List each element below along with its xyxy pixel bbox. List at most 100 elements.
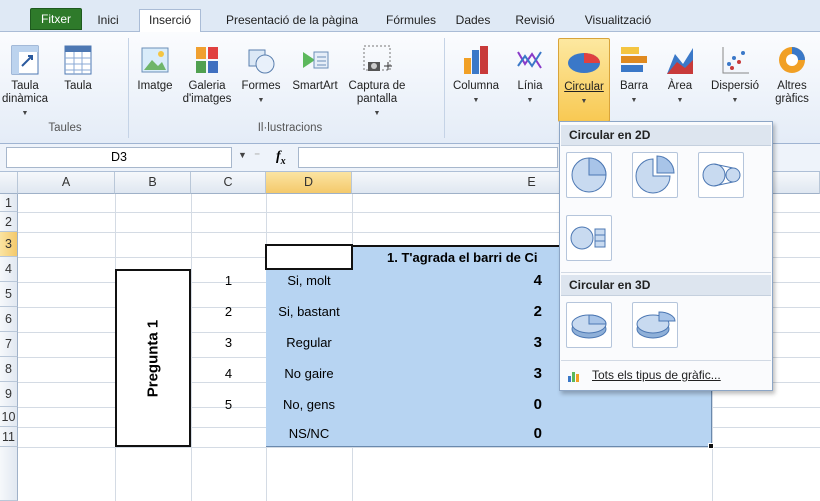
scatter-chart-button[interactable]: Dispersió ▼ (706, 44, 764, 107)
number-cell[interactable]: 5 (191, 394, 266, 419)
bar-chart-button[interactable]: Barra ▼ (614, 44, 654, 107)
name-box[interactable]: D3 (6, 147, 232, 168)
clip-art-icon (196, 47, 218, 73)
screenshot-button[interactable]: Captura de pantalla ▼ (346, 44, 408, 120)
line-chart-button[interactable]: Línia ▼ (508, 44, 552, 107)
pie-chart-dropdown: Circular en 2D Circular en 3D Tots els t… (559, 121, 773, 391)
question-label-wrap: Pregunta 1 (115, 269, 191, 447)
row-header-1[interactable]: 1 (0, 194, 18, 212)
shapes-button[interactable]: Formes ▼ (238, 44, 284, 107)
clip-art-label: Galeria d'imatges (182, 80, 232, 105)
row-header-2[interactable]: 2 (0, 212, 18, 232)
number-cell[interactable]: 1 (191, 270, 266, 295)
exploded-pie-3d-icon (636, 311, 676, 339)
chart-types-icon (568, 370, 582, 382)
active-cell-d3[interactable] (265, 244, 353, 270)
pie-of-pie-option[interactable] (698, 152, 744, 198)
formula-separator-icon: ⁼ (254, 149, 261, 163)
screenshot-icon (363, 45, 392, 71)
bar-chart-icon (621, 47, 647, 72)
pie-chart-icon (568, 53, 600, 73)
exploded-pie-3d-option[interactable] (632, 302, 678, 348)
select-all-corner[interactable] (0, 172, 18, 194)
line-chart-icon (517, 51, 542, 69)
line-chart-label: Línia (517, 80, 543, 92)
group-label-illustrations: Il·lustracions (257, 122, 323, 134)
section-3d-pie: Circular en 3D (561, 275, 771, 296)
tab-home[interactable]: Inici (88, 10, 128, 32)
screenshot-label: Captura de pantalla (348, 80, 406, 105)
tab-file[interactable]: Fitxer (30, 8, 82, 30)
number-cell[interactable]: 2 (191, 301, 266, 326)
doughnut-chart-icon (779, 47, 805, 73)
area-chart-label: Àrea (667, 80, 693, 92)
exploded-pie-2d-icon (635, 155, 675, 194)
area-chart-button[interactable]: Àrea ▼ (660, 44, 700, 107)
other-charts-button[interactable]: Altres gràfics (766, 44, 818, 106)
row-header-11[interactable]: 11 (0, 427, 18, 447)
row-header-9[interactable]: 9 (0, 382, 18, 407)
column-header-d[interactable]: D (266, 172, 352, 194)
bar-of-pie-option[interactable] (566, 215, 612, 261)
tab-page-layout[interactable]: Presentació de la pàgina (208, 10, 376, 32)
gridline (18, 447, 820, 448)
shapes-icon (248, 49, 275, 74)
area-chart-icon (667, 48, 693, 74)
column-chart-icon (464, 46, 488, 74)
smartart-label: SmartArt (292, 80, 338, 92)
row-header-3[interactable]: 3 (0, 232, 18, 257)
column-header-c[interactable]: C (191, 172, 266, 194)
column-chart-button[interactable]: Columna ▼ (448, 44, 504, 107)
table-label: Taula (64, 80, 92, 92)
divider (561, 360, 771, 361)
smartart-icon (303, 51, 329, 69)
picture-label: Imatge (137, 80, 173, 92)
group-label-tables: Taules (48, 122, 82, 134)
group-separator (128, 38, 129, 138)
pie-chart-label: Circular (564, 81, 604, 93)
row-header-5[interactable]: 5 (0, 282, 18, 307)
pie-3d-icon (571, 314, 607, 339)
group-separator (444, 38, 445, 138)
all-chart-types-link[interactable]: Tots els tipus de gràfic... (568, 368, 721, 382)
exploded-pie-2d-option[interactable] (632, 152, 678, 198)
smartart-button[interactable]: SmartArt (286, 44, 344, 93)
tab-insert[interactable]: Inserció (139, 9, 201, 33)
picture-button[interactable]: Imatge (132, 44, 178, 93)
pivot-table-button[interactable]: Taula dinàmica ▼ (2, 44, 48, 120)
number-cell[interactable]: 4 (191, 363, 266, 388)
bar-chart-label: Barra (619, 80, 649, 92)
row-header-8[interactable]: 8 (0, 357, 18, 382)
row-header-4[interactable]: 4 (0, 257, 18, 282)
pie-3d-option[interactable] (566, 302, 612, 348)
fill-handle[interactable] (708, 443, 714, 449)
ribbon-tabs: Fitxer Inici Inserció Presentació de la … (0, 0, 820, 33)
other-charts-label: Altres gràfics (775, 80, 809, 105)
bar-of-pie-icon (570, 226, 606, 250)
scatter-chart-label: Dispersió (711, 80, 759, 92)
tab-review[interactable]: Revisió (508, 10, 562, 32)
insert-function-icon[interactable]: fx (276, 149, 286, 167)
pie-chart-button[interactable]: Circular ▼ (558, 38, 610, 122)
pivot-table-label: Taula dinàmica (2, 80, 49, 105)
number-cell[interactable]: 3 (191, 332, 266, 357)
tab-view[interactable]: Visualització (570, 10, 666, 32)
row-header-10[interactable]: 10 (0, 407, 18, 427)
tab-formulas[interactable]: Fórmules (380, 10, 442, 32)
clip-art-button[interactable]: Galeria d'imatges (182, 44, 232, 106)
all-chart-types-label: Tots els tipus de gràfic... (592, 368, 721, 382)
pivot-table-icon (11, 45, 39, 75)
table-button[interactable]: Taula (58, 44, 98, 93)
column-header-a[interactable]: A (18, 172, 115, 194)
question-label: Pregunta 1 (144, 319, 162, 397)
row-header-6[interactable]: 6 (0, 307, 18, 332)
tab-data[interactable]: Dades (448, 10, 498, 32)
pie-2d-option[interactable] (566, 152, 612, 198)
name-box-dropdown-icon[interactable]: ▼ (238, 150, 247, 160)
row-header-7[interactable]: 7 (0, 332, 18, 357)
pie-2d-icon (571, 157, 607, 193)
picture-icon (141, 47, 169, 73)
column-header-b[interactable]: B (115, 172, 191, 194)
section-2d-pie: Circular en 2D (561, 125, 771, 146)
formula-input[interactable] (298, 147, 558, 168)
